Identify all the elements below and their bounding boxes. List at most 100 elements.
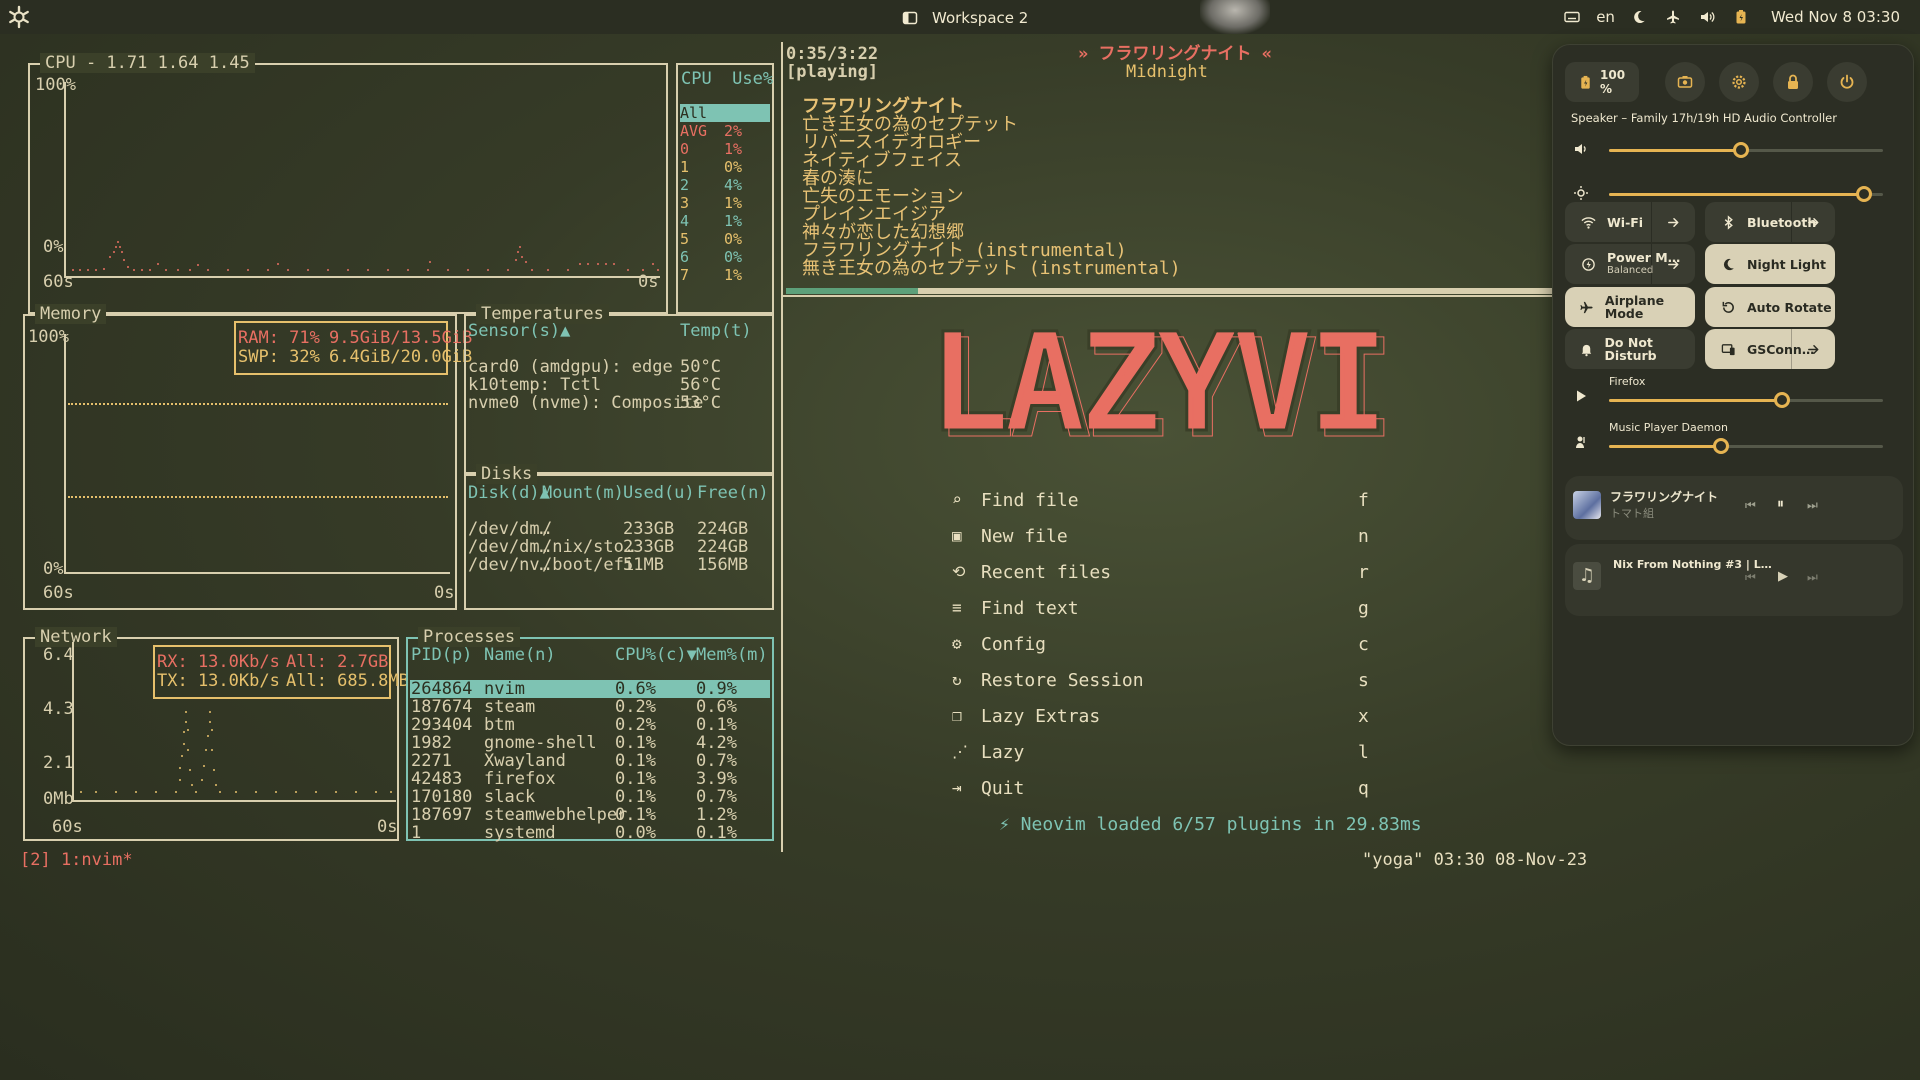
keyboard-icon[interactable] [1562, 7, 1582, 27]
cpu-table-row[interactable]: 4 1% [680, 212, 770, 230]
toggle-label: Do Not Disturb [1604, 335, 1657, 363]
volume-icon[interactable] [1573, 141, 1591, 159]
lazyvim-menu-item[interactable]: ❒ Lazy Extras x [952, 706, 1372, 730]
disks-title: Disks [476, 464, 538, 484]
app-volume-knob[interactable] [1713, 438, 1730, 454]
cpu-table-row[interactable]: 5 0% [680, 230, 770, 248]
lazyvim-menu-label: Quit [981, 778, 1025, 799]
cpu-table-row[interactable]: 1 0% [680, 158, 770, 176]
lock-button[interactable] [1773, 62, 1813, 102]
toggle-bluetooth[interactable]: Bluetooth [1705, 202, 1835, 242]
cpu-name: 3 [680, 194, 690, 212]
memory-title: Memory [35, 304, 107, 324]
cpu-usage: 1% [724, 140, 743, 158]
wallpaper-decoration [1200, 0, 1270, 34]
cpu-table-row[interactable]: All [680, 104, 770, 122]
network-y-tick: 4.3 [43, 699, 74, 719]
network-x-axis [72, 800, 396, 802]
toggle-do-not-disturb[interactable]: Do Not Disturb [1565, 329, 1695, 369]
airplane-icon [1579, 298, 1595, 316]
lazyvim-menu-item[interactable]: ⌕ Find file f [952, 490, 1372, 514]
network-x-right: 0s [377, 817, 398, 837]
volume-slider-knob[interactable] [1732, 142, 1749, 158]
next-track-icon[interactable]: ⏭ [1807, 498, 1818, 513]
workspace-indicator[interactable]: Workspace 2 [900, 8, 1028, 28]
previous-track-icon[interactable]: ⏮ [1745, 498, 1756, 513]
disk-column-header[interactable]: Disk(d)▲ [468, 482, 550, 504]
lazyvim-menu-item[interactable]: ⇥ Quit q [952, 778, 1372, 802]
pause-icon[interactable]: ⏸ [1777, 496, 1784, 512]
ram-usage-line [68, 403, 448, 406]
process-column-header[interactable]: PID(p) [411, 644, 472, 666]
lazyvim-menu-item[interactable]: ⋰ Lazy l [952, 742, 1372, 766]
lazyvim-footer: ⚡ Neovim loaded 6/57 plugins in 29.83ms [999, 814, 1422, 835]
mpd-icon[interactable] [1573, 434, 1591, 452]
disk-cell: 156MB [697, 555, 749, 575]
night-light-icon[interactable] [1629, 7, 1649, 27]
music-note-icon: ♫ [1573, 562, 1601, 590]
brightness-icon[interactable] [1573, 185, 1591, 203]
network-y-tick: 6.4 [43, 645, 74, 665]
memory-y-max: 100% [28, 327, 69, 347]
input-language[interactable]: en [1596, 8, 1615, 26]
media-card-1[interactable]: フラワリングナイト トマト組 ⏮ ⏸ ⏭ [1565, 476, 1903, 540]
battery-icon[interactable] [1731, 7, 1751, 27]
lazyvim-menu-key: s [1358, 670, 1369, 691]
airplane-icon[interactable] [1663, 7, 1683, 27]
lazyvim-menu-item[interactable]: ▣ New file n [952, 526, 1372, 550]
play-icon[interactable]: ▶ [1778, 569, 1788, 584]
toggle-night-light[interactable]: Night Light [1705, 244, 1835, 284]
battery-button[interactable]: 100 % [1565, 62, 1639, 102]
toggle-auto-rotate[interactable]: Auto Rotate [1705, 287, 1835, 327]
volume-icon[interactable] [1697, 7, 1717, 27]
cpu-table-row[interactable]: AVG 2% [680, 122, 770, 140]
cpu-usage: 0% [724, 158, 743, 176]
process-column-header[interactable]: Name(n) [484, 644, 556, 666]
toggle-wi-fi[interactable]: Wi-Fi [1565, 202, 1695, 242]
playlist-item[interactable]: 無き王女の為のセプテット (instrumental) [802, 258, 1181, 280]
play-icon[interactable] [1573, 388, 1591, 406]
lazyvim-menu-item[interactable]: ⚙ Config c [952, 634, 1372, 658]
settings-button[interactable] [1719, 62, 1759, 102]
cpu-table-row[interactable]: 6 0% [680, 248, 770, 266]
lazyvim-menu-label: Lazy Extras [981, 706, 1101, 727]
clock[interactable]: Wed Nov 8 03:30 [1771, 8, 1900, 26]
brightness-slider-knob[interactable] [1855, 186, 1872, 202]
chevron-right-icon[interactable] [1791, 202, 1835, 242]
screenshot-button[interactable] [1665, 62, 1705, 102]
cpu-table-row[interactable]: 3 1% [680, 194, 770, 212]
output-device-label[interactable]: Speaker – Family 17h/19h HD Audio Contro… [1571, 111, 1837, 125]
process-column-header[interactable]: Mem%(m) [696, 644, 768, 666]
process-cell: 0.0% [615, 823, 656, 843]
pane-divider [781, 42, 783, 852]
cpu-table-row[interactable]: 7 1% [680, 266, 770, 284]
cpu-table-row[interactable]: 0 1% [680, 140, 770, 158]
chevron-right-icon[interactable] [1651, 244, 1695, 284]
battery-icon [1577, 73, 1594, 91]
lazyvim-menu-item[interactable]: ↻ Restore Session s [952, 670, 1372, 694]
disk-column-header[interactable]: Free(n) [697, 482, 769, 504]
power-button[interactable] [1827, 62, 1867, 102]
toggle-gsconn[interactable]: GSConn… [1705, 329, 1835, 369]
process-column-header[interactable]: CPU%(c)▼ [615, 644, 697, 666]
app-volume-knob[interactable] [1773, 392, 1790, 408]
media-card-2[interactable]: ♫ Nix From Nothing #3 | L… ⏮ ▶ ⏭ [1565, 544, 1903, 616]
disk-column-header[interactable]: Mount(m) [542, 482, 624, 504]
previous-track-icon[interactable]: ⏮ [1745, 570, 1756, 585]
swap-usage-line [68, 495, 448, 498]
toggle-power-m[interactable]: Power M… Balanced [1565, 244, 1695, 284]
lazyvim-menu-item[interactable]: ⟲ Recent files r [952, 562, 1372, 586]
chevron-right-icon[interactable] [1791, 329, 1835, 369]
nixos-logo-icon[interactable] [6, 4, 32, 30]
chevron-right-icon[interactable] [1651, 202, 1695, 242]
brightness-slider-fill [1609, 193, 1864, 196]
moon-icon [1719, 255, 1737, 273]
swap-value: 6.4GiB/20.0GiB [329, 347, 473, 367]
lazyvim-menu-item[interactable]: ≡ Find text g [952, 598, 1372, 622]
cpu-history-plot [72, 241, 659, 271]
toggle-airplane-mode[interactable]: Airplane Mode [1565, 287, 1695, 327]
next-track-icon[interactable]: ⏭ [1807, 570, 1818, 585]
cpu-table-row[interactable]: 2 4% [680, 176, 770, 194]
tmux-window-list[interactable]: [2] 1:nvim* [20, 849, 133, 871]
disk-column-header[interactable]: Used(u) [623, 482, 695, 504]
